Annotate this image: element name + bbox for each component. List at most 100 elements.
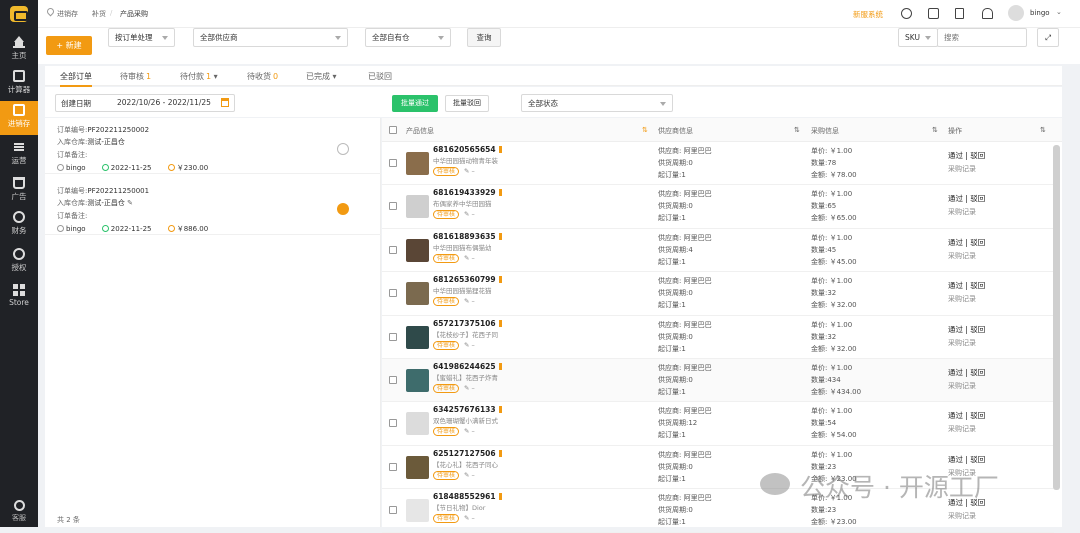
purchase-record-link[interactable]: 采购记录 (948, 424, 976, 434)
row-checkbox[interactable] (389, 332, 397, 341)
sidebar-item-inventory[interactable]: 进销存 (0, 101, 38, 135)
query-button[interactable]: 查询 (467, 28, 501, 47)
product-thumbnail[interactable] (406, 325, 429, 349)
username[interactable]: bingo (1030, 9, 1050, 17)
table-row[interactable]: 681618893635 中华田园猫布偶猫幼 待审核 ✎ – 供应商: 阿里巴巴 供货周期… (382, 229, 1054, 273)
row-checkbox[interactable] (389, 419, 397, 428)
tab-pending-review[interactable]: 待审核 1 (120, 71, 151, 82)
product-thumbnail[interactable] (406, 152, 429, 175)
tab-pending-payment[interactable]: 待付款 1 ▾ (180, 71, 218, 82)
sort-icon[interactable]: ⇅ (642, 126, 648, 134)
product-id[interactable]: 681265360799 (433, 275, 502, 284)
date-range-picker[interactable]: 创建日期 2022/10/26 - 2022/11/25 (55, 94, 235, 112)
reject-link[interactable]: 驳回 (970, 194, 985, 203)
product-id[interactable]: 634257676133 (433, 405, 502, 414)
sidebar-item-auth[interactable]: 授权 (0, 245, 38, 279)
order-card[interactable]: 订单编号:PF202211250002 入库仓库:测试-正昌仓 订单备注: bi… (45, 118, 381, 174)
expand-icon[interactable]: ⤢ (1037, 28, 1059, 47)
sort-icon[interactable]: ⇅ (932, 126, 938, 134)
purchase-record-link[interactable]: 采购记录 (948, 251, 976, 261)
product-id[interactable]: 618488552961 (433, 492, 502, 501)
approve-link[interactable]: 通过 (948, 411, 963, 420)
reject-link[interactable]: 驳回 (970, 411, 985, 420)
bell-icon[interactable] (982, 8, 993, 19)
reject-link[interactable]: 驳回 (970, 455, 985, 464)
table-row[interactable]: 657217375106 【花枝纱子】花西子同 待审核 ✎ – 供应商: 阿里巴巴 供货周… (382, 316, 1054, 359)
video-icon[interactable] (928, 8, 939, 19)
help-button[interactable]: 客服 (0, 497, 38, 527)
table-row[interactable]: 681265360799 中华田园猫猫狸花猫 待审核 ✎ – 供应商: 阿里巴巴 供货周期… (382, 272, 1054, 316)
purchase-record-link[interactable]: 采购记录 (948, 338, 976, 348)
sidebar-item-calculator[interactable]: 计算器 (0, 67, 38, 101)
reject-link[interactable]: 驳回 (970, 368, 985, 377)
chevron-down-icon[interactable]: ⌄ (1056, 8, 1062, 16)
table-row[interactable]: 641986244625 【蜜蜡礼】花西子炸青 待审核 ✎ – 供应商: 阿里巴巴 供货周… (382, 359, 1054, 403)
product-thumbnail[interactable] (406, 455, 429, 479)
row-checkbox[interactable] (389, 376, 397, 384)
purchase-record-link[interactable]: 采购记录 (948, 207, 976, 217)
batch-approve-button[interactable]: 批量通过 (392, 95, 438, 112)
document-icon[interactable] (955, 8, 964, 19)
edit-icon[interactable]: ✎ – (464, 210, 475, 218)
product-thumbnail[interactable] (406, 412, 429, 436)
order-card[interactable]: 订单编号:PF202211250001 入库仓库:测试-正昌仓 ✎ 订单备注: … (45, 179, 381, 235)
purchase-record-link[interactable]: 采购记录 (948, 511, 976, 521)
sidebar-item-finance[interactable]: 财务 (0, 208, 38, 242)
batch-reject-button[interactable]: 批量驳回 (445, 95, 489, 112)
edit-icon[interactable]: ✎ – (464, 297, 475, 305)
edit-icon[interactable]: ✎ – (464, 427, 475, 435)
approve-link[interactable]: 通过 (948, 368, 963, 377)
chevron-right-icon[interactable] (337, 203, 349, 215)
edit-icon[interactable]: ✎ – (464, 471, 475, 479)
row-checkbox[interactable] (389, 462, 397, 471)
row-checkbox[interactable] (389, 202, 397, 211)
product-id[interactable]: 681619433929 (433, 188, 502, 197)
reject-link[interactable]: 驳回 (970, 281, 985, 290)
edit-icon[interactable]: ✎ – (464, 254, 475, 262)
row-checkbox[interactable] (389, 159, 397, 167)
purchase-record-link[interactable]: 采购记录 (948, 381, 976, 391)
tab-pending-receipt[interactable]: 待收货 0 (247, 71, 278, 82)
sku-select[interactable]: SKU (898, 28, 938, 47)
reject-link[interactable]: 驳回 (970, 151, 985, 160)
row-checkbox[interactable] (389, 245, 397, 254)
date-type-select[interactable]: 创建日期 (61, 98, 91, 109)
edit-icon[interactable]: ✎ – (464, 384, 475, 392)
sort-icon[interactable]: ⇅ (794, 126, 800, 134)
product-thumbnail[interactable] (406, 499, 429, 523)
product-id[interactable]: 625127127506 (433, 449, 502, 458)
avatar[interactable] (1008, 5, 1024, 21)
purchase-record-link[interactable]: 采购记录 (948, 164, 976, 174)
sort-icon[interactable]: ⇅ (1040, 126, 1046, 134)
approve-link[interactable]: 通过 (948, 455, 963, 464)
supplier-select[interactable]: 全部供应商 (193, 28, 348, 47)
new-button[interactable]: + 新建 (46, 36, 92, 55)
select-all-checkbox[interactable] (389, 126, 397, 134)
scrollbar[interactable] (1053, 145, 1060, 490)
product-id[interactable]: 657217375106 (433, 319, 502, 328)
approve-link[interactable]: 通过 (948, 325, 963, 334)
process-mode-select[interactable]: 按订单处理 (108, 28, 175, 47)
table-row[interactable]: 681620565654 中华田园猫动物青年装 待审核 ✎ – 供应商: 阿里巴巴 供货周… (382, 142, 1054, 186)
table-row[interactable]: 634257676133 双色珊瑚蟹小满新日式 待审核 ✎ – 供应商: 阿里巴巴 供货周… (382, 402, 1054, 446)
approve-link[interactable]: 通过 (948, 151, 963, 160)
reject-link[interactable]: 驳回 (970, 238, 985, 247)
system-notice-link[interactable]: 新服系统 (853, 9, 883, 20)
purchase-record-link[interactable]: 采购记录 (948, 294, 976, 304)
edit-icon[interactable]: ✎ – (464, 341, 475, 349)
breadcrumb-item[interactable]: 补货 (92, 9, 106, 19)
col-product[interactable]: 产品信息 (406, 126, 434, 136)
edit-icon[interactable]: ✎ – (464, 514, 475, 522)
warehouse-select[interactable]: 全部自有仓 (365, 28, 451, 47)
clock-icon[interactable] (901, 8, 912, 19)
product-thumbnail[interactable] (406, 238, 429, 262)
col-supplier[interactable]: 供应商信息 (658, 126, 693, 136)
edit-icon[interactable]: ✎ – (464, 167, 475, 175)
product-thumbnail[interactable] (406, 195, 429, 219)
sidebar-item-ads[interactable]: 广告 (0, 174, 38, 208)
sidebar-item-operations[interactable]: 运营 (0, 138, 38, 172)
col-purchase[interactable]: 采购信息 (811, 126, 839, 136)
product-id[interactable]: 681618893635 (433, 232, 502, 241)
product-id[interactable]: 681620565654 (433, 145, 502, 154)
search-input[interactable] (937, 28, 1027, 47)
